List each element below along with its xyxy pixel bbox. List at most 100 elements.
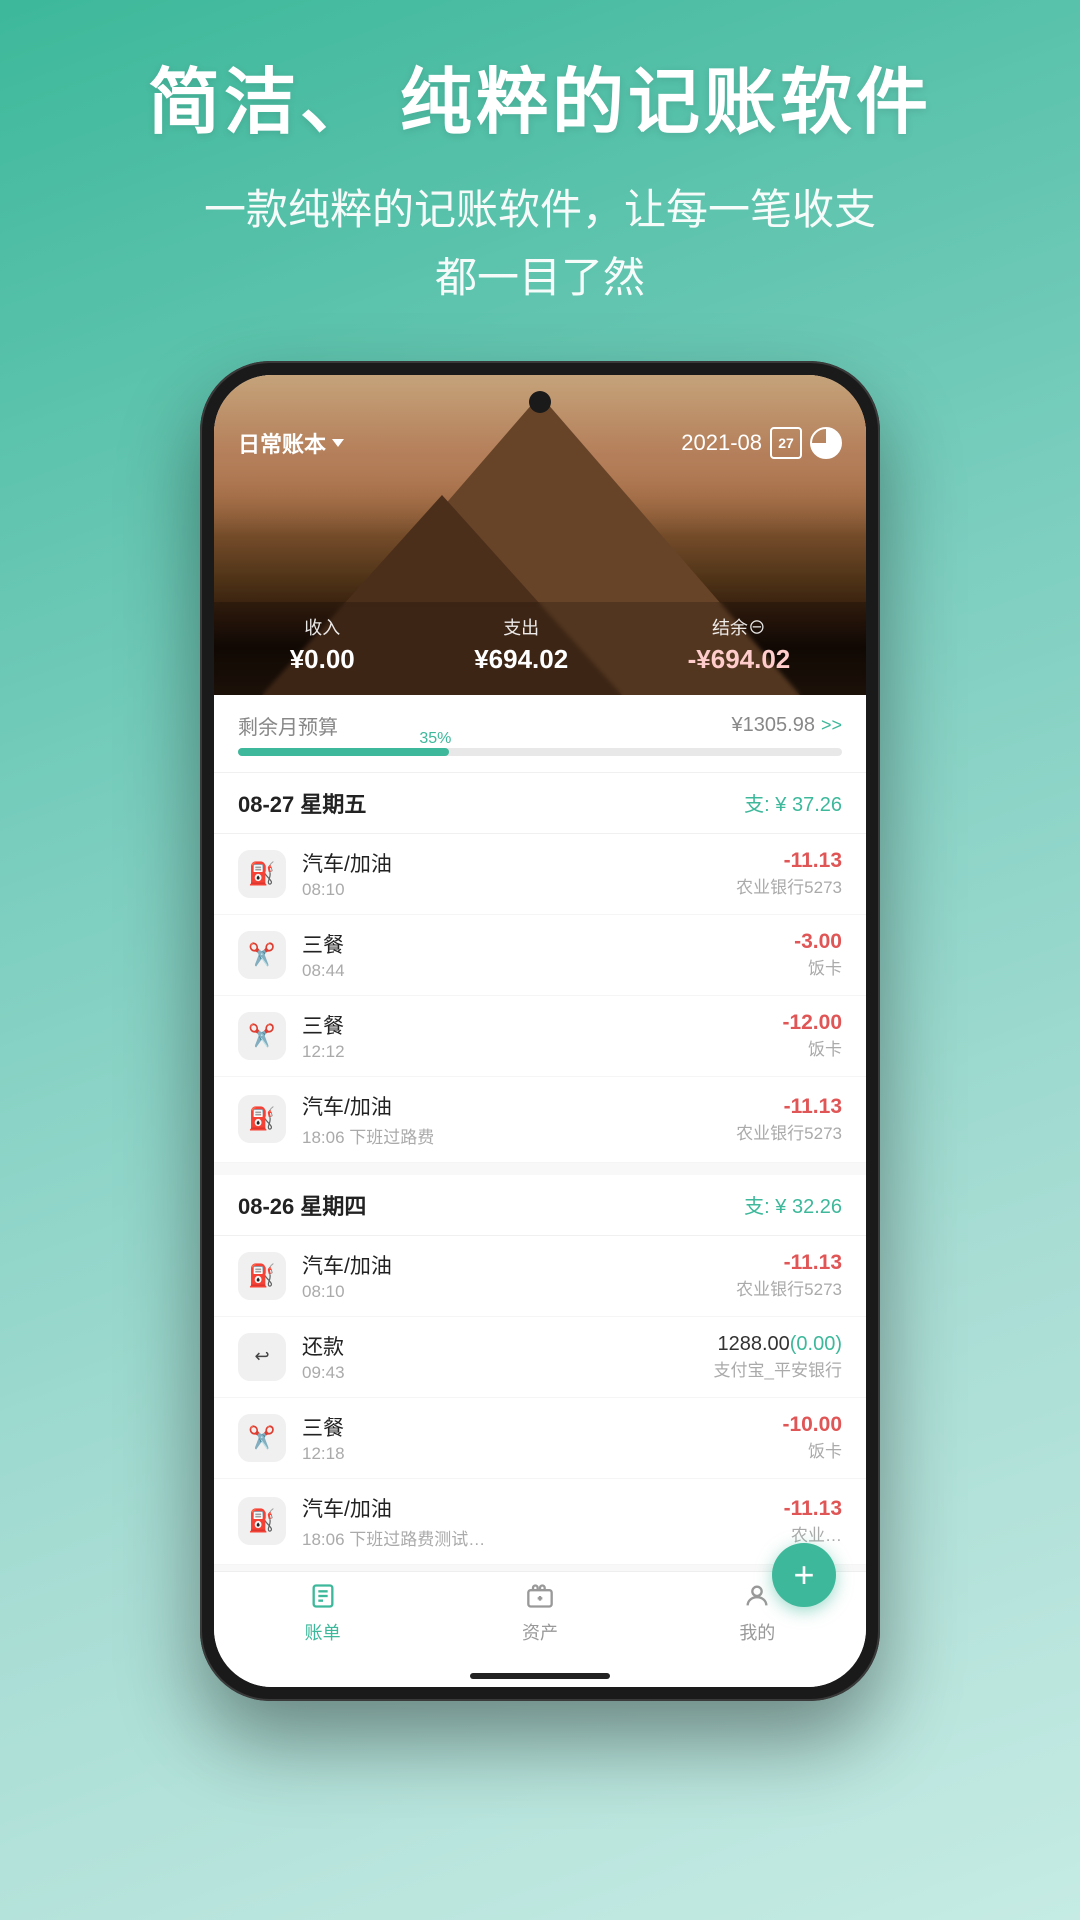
tx-account: 饭卡 — [782, 1035, 842, 1060]
nav-label-profile: 我的 — [739, 1619, 775, 1645]
day-header-0826: 08-26 星期四 支: ¥ 32.26 — [214, 1175, 866, 1236]
nav-label-assets: 资产 — [522, 1619, 558, 1645]
meal-icon-3: ✂️ — [238, 1414, 286, 1462]
tx-account: 农业… — [784, 1521, 842, 1546]
table-row[interactable]: ↩ 还款 09:43 1288.00(0.00) 支付宝_平安银行 — [214, 1317, 866, 1398]
nav-label-ledger: 账单 — [305, 1619, 341, 1645]
app-mountain-header: 日常账本 2021-08 27 — [214, 375, 866, 695]
tx-info: 汽车/加油 18:06 下班过路费 — [302, 1091, 720, 1148]
tx-amount: -11.13 — [736, 849, 842, 873]
bottom-navigation: 账单 资产 — [214, 1571, 866, 1665]
balance-value: -¥694.02 — [688, 644, 791, 675]
table-row[interactable]: ⛽ 汽车/加油 08:10 -11.13 农业银行5273 — [214, 834, 866, 915]
tx-info: 还款 09:43 — [302, 1331, 698, 1383]
table-row[interactable]: ✂️ 三餐 08:44 -3.00 饭卡 — [214, 915, 866, 996]
table-row[interactable]: ⛽ 汽车/加油 18:06 下班过路费测试… -11.13 农业… — [214, 1479, 866, 1565]
tx-name: 汽车/加油 — [302, 1493, 768, 1523]
income-label: 收入 — [290, 614, 355, 640]
table-row[interactable]: ✂️ 三餐 12:18 -10.00 饭卡 — [214, 1398, 866, 1479]
main-title: 简洁、 纯粹的记账软件 — [148, 60, 932, 146]
tx-amount-col: -11.13 农业银行5273 — [736, 849, 842, 898]
table-row[interactable]: ✂️ 三餐 12:12 -12.00 饭卡 — [214, 996, 866, 1077]
phone-mockup: 日常账本 2021-08 27 — [200, 361, 880, 1701]
tx-amount-col: 1288.00(0.00) 支付宝_平安银行 — [714, 1333, 842, 1381]
expense-stat: 支出 ¥694.02 — [474, 614, 568, 675]
fuel-icon-3: ⛽ — [238, 1252, 286, 1300]
table-row[interactable]: ⛽ 汽车/加油 08:10 -11.13 农业银行5273 — [214, 1236, 866, 1317]
tx-amount-col: -11.13 农业银行5273 — [736, 1251, 842, 1300]
tx-name: 汽车/加油 — [302, 1250, 720, 1280]
phone-frame: 日常账本 2021-08 27 — [200, 361, 880, 1701]
app-top-bar: 日常账本 2021-08 27 — [214, 375, 866, 471]
top-bar-right: 2021-08 27 — [681, 427, 842, 459]
day-total-0826: 支: ¥ 32.26 — [744, 1190, 842, 1219]
plus-icon: + — [793, 1554, 814, 1596]
tx-name: 三餐 — [302, 1412, 766, 1442]
tx-info: 三餐 12:12 — [302, 1010, 766, 1062]
home-indicator — [214, 1665, 866, 1687]
tx-account: 农业银行5273 — [736, 873, 842, 898]
tx-name: 三餐 — [302, 1010, 766, 1040]
account-selector[interactable]: 日常账本 — [238, 427, 344, 459]
tx-amount: -3.00 — [794, 930, 842, 954]
tx-amount-col: -10.00 饭卡 — [782, 1413, 842, 1462]
chart-icon[interactable] — [810, 427, 842, 459]
tx-name: 还款 — [302, 1331, 698, 1361]
fuel-icon-2: ⛽ — [238, 1095, 286, 1143]
income-stat: 收入 ¥0.00 — [290, 614, 355, 675]
budget-bar-background: 35% — [238, 748, 842, 756]
tx-name: 汽车/加油 — [302, 848, 720, 878]
tx-time: 08:10 — [302, 880, 720, 900]
repay-icon: ↩ — [238, 1333, 286, 1381]
current-date: 2021-08 — [681, 430, 762, 456]
tx-info: 三餐 08:44 — [302, 929, 778, 981]
tx-amount-col: -12.00 饭卡 — [782, 1011, 842, 1060]
tx-account: 农业银行5273 — [736, 1275, 842, 1300]
tx-time: 08:10 — [302, 1282, 720, 1302]
table-row[interactable]: ⛽ 汽车/加油 18:06 下班过路费 -11.13 农业银行5273 — [214, 1077, 866, 1163]
account-chevron-icon — [332, 439, 344, 447]
tx-info: 汽车/加油 18:06 下班过路费测试… — [302, 1493, 768, 1550]
expense-label: 支出 — [474, 614, 568, 640]
budget-arrows-icon[interactable]: >> — [821, 715, 842, 736]
tx-time-note: 18:06 下班过路费 — [302, 1123, 720, 1148]
nav-item-assets[interactable]: 资产 — [522, 1582, 558, 1645]
day-group-0826: 08-26 星期四 支: ¥ 32.26 ⛽ 汽车/加油 08:10 -11.1… — [214, 1175, 866, 1565]
assets-icon — [526, 1582, 554, 1615]
add-transaction-button[interactable]: + — [772, 1543, 836, 1607]
ledger-icon — [309, 1582, 337, 1615]
tx-info: 汽车/加油 08:10 — [302, 1250, 720, 1302]
day-title-0827: 08-27 星期五 — [238, 787, 366, 819]
fuel-icon: ⛽ — [238, 850, 286, 898]
budget-section: 剩余月预算 ¥1305.98 >> 35% — [214, 695, 866, 773]
day-group-0827: 08-27 星期五 支: ¥ 37.26 ⛽ 汽车/加油 08:10 -11.1… — [214, 773, 866, 1163]
tx-time: 09:43 — [302, 1363, 698, 1383]
tx-account: 饭卡 — [794, 954, 842, 979]
day-header-0827: 08-27 星期五 支: ¥ 37.26 — [214, 773, 866, 834]
meal-icon-2: ✂️ — [238, 1012, 286, 1060]
transactions-list[interactable]: 08-27 星期五 支: ¥ 37.26 ⛽ 汽车/加油 08:10 -11.1… — [214, 773, 866, 1571]
day-total-0827: 支: ¥ 37.26 — [744, 788, 842, 817]
day-title-0826: 08-26 星期四 — [238, 1189, 366, 1221]
income-value: ¥0.00 — [290, 644, 355, 675]
tx-time: 12:12 — [302, 1042, 766, 1062]
tx-info: 汽车/加油 08:10 — [302, 848, 720, 900]
tx-time: 08:44 — [302, 961, 778, 981]
tx-time: 12:18 — [302, 1444, 766, 1464]
nav-item-profile[interactable]: 我的 — [739, 1582, 775, 1645]
tx-amount: -11.13 — [736, 1095, 842, 1119]
tx-info: 三餐 12:18 — [302, 1412, 766, 1464]
account-name-text: 日常账本 — [238, 427, 326, 459]
nav-item-ledger[interactable]: 账单 — [305, 1582, 341, 1645]
balance-label: 结余⊖ — [688, 614, 791, 640]
balance-stat: 结余⊖ -¥694.02 — [688, 614, 791, 675]
tx-account: 农业银行5273 — [736, 1119, 842, 1144]
calendar-icon[interactable]: 27 — [770, 427, 802, 459]
budget-row: 剩余月预算 ¥1305.98 >> — [238, 711, 842, 740]
fuel-icon-4: ⛽ — [238, 1497, 286, 1545]
expense-value: ¥694.02 — [474, 644, 568, 675]
tx-name: 三餐 — [302, 929, 778, 959]
tx-amount: -12.00 — [782, 1011, 842, 1035]
tx-name: 汽车/加油 — [302, 1091, 720, 1121]
home-bar — [470, 1673, 610, 1679]
